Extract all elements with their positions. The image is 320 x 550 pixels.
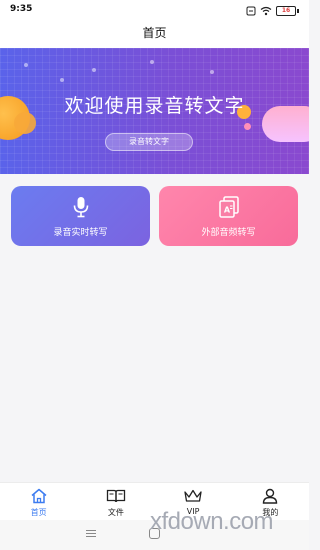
wifi-icon	[260, 6, 272, 16]
content-area	[0, 256, 309, 482]
external-audio-card[interactable]: A 外部音频转写	[159, 186, 298, 246]
tab-home-label: 首页	[30, 508, 47, 517]
page-title: 首页	[142, 26, 167, 40]
banner-headline: 欢迎使用录音转文字	[64, 95, 245, 117]
status-bar: 9:35 16	[0, 0, 309, 22]
home-icon	[0, 488, 77, 506]
record-realtime-card[interactable]: 录音实时转写	[11, 186, 150, 246]
audio-file-icon: A	[159, 196, 298, 218]
tab-home[interactable]: 首页	[0, 483, 77, 520]
crown-icon	[155, 488, 232, 506]
book-icon	[77, 488, 154, 506]
mute-icon	[246, 6, 256, 16]
record-realtime-label: 录音实时转写	[53, 228, 108, 238]
welcome-banner: 欢迎使用录音转文字 录音转文字	[0, 48, 309, 174]
battery-level: 16	[276, 6, 296, 16]
battery-icon: 16	[276, 6, 299, 16]
tab-files[interactable]: 文件	[77, 483, 154, 520]
banner-pill-button[interactable]: 录音转文字	[105, 133, 193, 151]
title-bar: 首页	[0, 22, 309, 48]
menu-icon[interactable]	[86, 530, 96, 539]
status-icons: 16	[246, 5, 299, 17]
svg-text:A: A	[223, 206, 230, 215]
external-audio-label: 外部音频转写	[201, 228, 256, 238]
watermark: xfdown.com	[150, 508, 274, 535]
status-time: 9:35	[10, 4, 33, 14]
user-icon	[232, 488, 309, 506]
microphone-icon	[11, 196, 150, 218]
tab-files-label: 文件	[107, 508, 124, 517]
